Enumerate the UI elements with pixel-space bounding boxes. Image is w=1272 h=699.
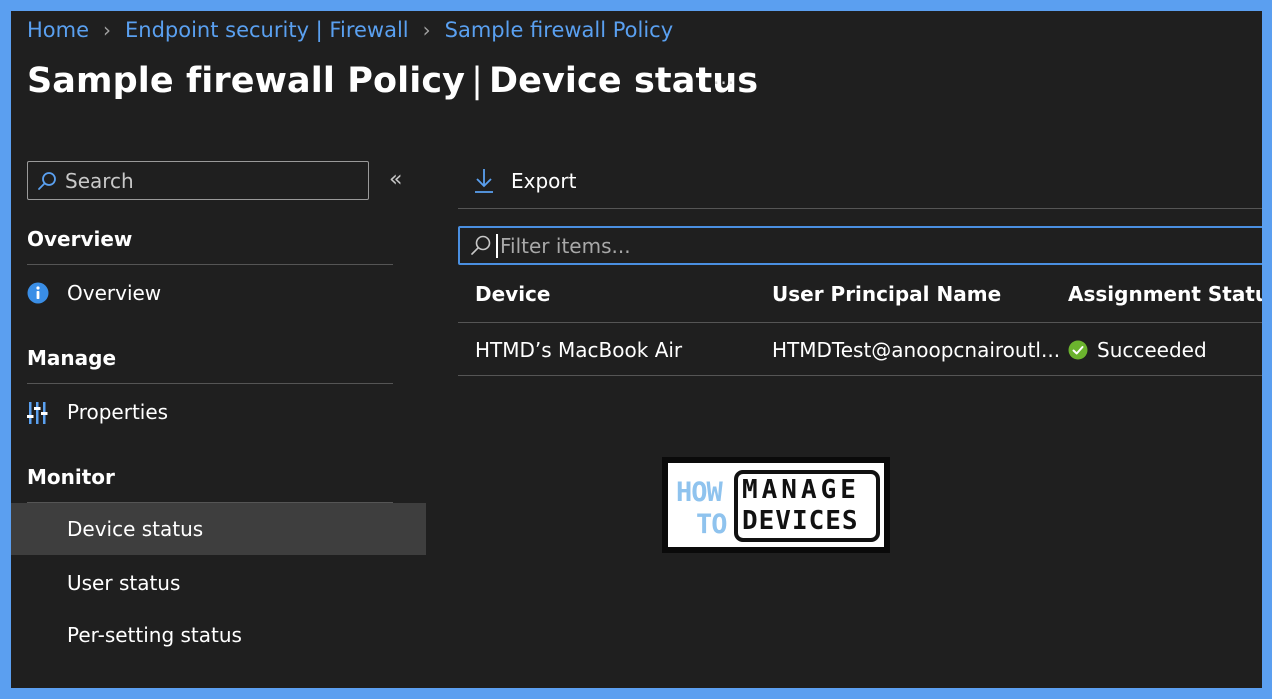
header-divider	[458, 322, 1262, 323]
cell-upn: HTMDTest@anoopcnairoutl...	[772, 338, 1061, 362]
more-options-button[interactable]: ···	[713, 71, 735, 95]
filter-input[interactable]	[496, 233, 1256, 258]
sidebar-item-device-status[interactable]: Device status	[11, 503, 426, 555]
cell-device[interactable]: HTMD’s MacBook Air	[475, 338, 682, 362]
page-title-separator: |	[471, 61, 483, 101]
download-icon	[475, 169, 493, 193]
logo-text-to: TO	[696, 509, 728, 540]
logo-text-manage: MANAGE	[742, 475, 860, 505]
page-title: Sample firewall Policy | Device status	[27, 61, 758, 101]
sidebar-item-label: Per-setting status	[67, 623, 242, 647]
toolbar-divider	[458, 208, 1262, 209]
section-divider	[27, 383, 393, 384]
breadcrumb-endpoint-security[interactable]: Endpoint security | Firewall	[125, 18, 409, 42]
column-header-upn[interactable]: User Principal Name	[772, 282, 1001, 306]
page-title-main: Sample firewall Policy	[27, 61, 466, 101]
sidebar-item-label: Overview	[67, 281, 162, 305]
search-icon	[471, 235, 491, 255]
export-label: Export	[511, 169, 577, 193]
info-icon	[27, 282, 49, 304]
how-to-manage-devices-logo: HOW TO MANAGE DEVICES	[662, 457, 890, 553]
section-divider	[27, 264, 393, 265]
row-divider	[458, 375, 1262, 376]
sidebar-item-overview[interactable]: Overview	[11, 267, 426, 319]
cell-assignment-status: Succeeded	[1068, 338, 1207, 362]
breadcrumb-policy[interactable]: Sample firewall Policy	[445, 18, 674, 42]
breadcrumb: Home › Endpoint security | Firewall › Sa…	[27, 17, 673, 43]
section-title-manage: Manage	[27, 346, 117, 370]
sidebar-item-label: Device status	[67, 517, 204, 541]
success-check-icon	[1068, 340, 1088, 360]
search-input[interactable]	[65, 168, 355, 193]
sidebar-item-per-setting-status[interactable]: Per-setting status	[11, 609, 426, 661]
filter-box[interactable]	[458, 226, 1262, 265]
chevron-right-icon: ›	[422, 18, 431, 42]
export-button[interactable]: Export	[473, 166, 576, 196]
sidebar-search[interactable]	[27, 161, 369, 200]
search-icon	[38, 171, 56, 190]
sidebar-item-label: User status	[67, 571, 181, 595]
column-header-device[interactable]: Device	[475, 282, 550, 306]
sidebar-item-properties[interactable]: Properties	[11, 386, 426, 438]
section-title-overview: Overview	[27, 227, 133, 251]
status-label: Succeeded	[1097, 338, 1207, 362]
sidebar-item-label: Properties	[67, 400, 169, 424]
column-header-assignment-status[interactable]: Assignment Status	[1068, 282, 1262, 306]
sidebar-item-user-status[interactable]: User status	[11, 557, 426, 609]
logo-inner: HOW TO MANAGE DEVICES	[668, 463, 884, 547]
chevron-right-icon: ›	[103, 18, 112, 42]
breadcrumb-home[interactable]: Home	[27, 18, 89, 42]
collapse-sidebar-button[interactable]: «	[389, 167, 402, 192]
logo-text-how: HOW	[676, 477, 723, 508]
firewall-policy-window: Home › Endpoint security | Firewall › Sa…	[11, 11, 1262, 688]
logo-text-devices: DEVICES	[742, 506, 859, 536]
section-title-monitor: Monitor	[27, 465, 115, 489]
properties-sliders-icon	[27, 402, 48, 424]
